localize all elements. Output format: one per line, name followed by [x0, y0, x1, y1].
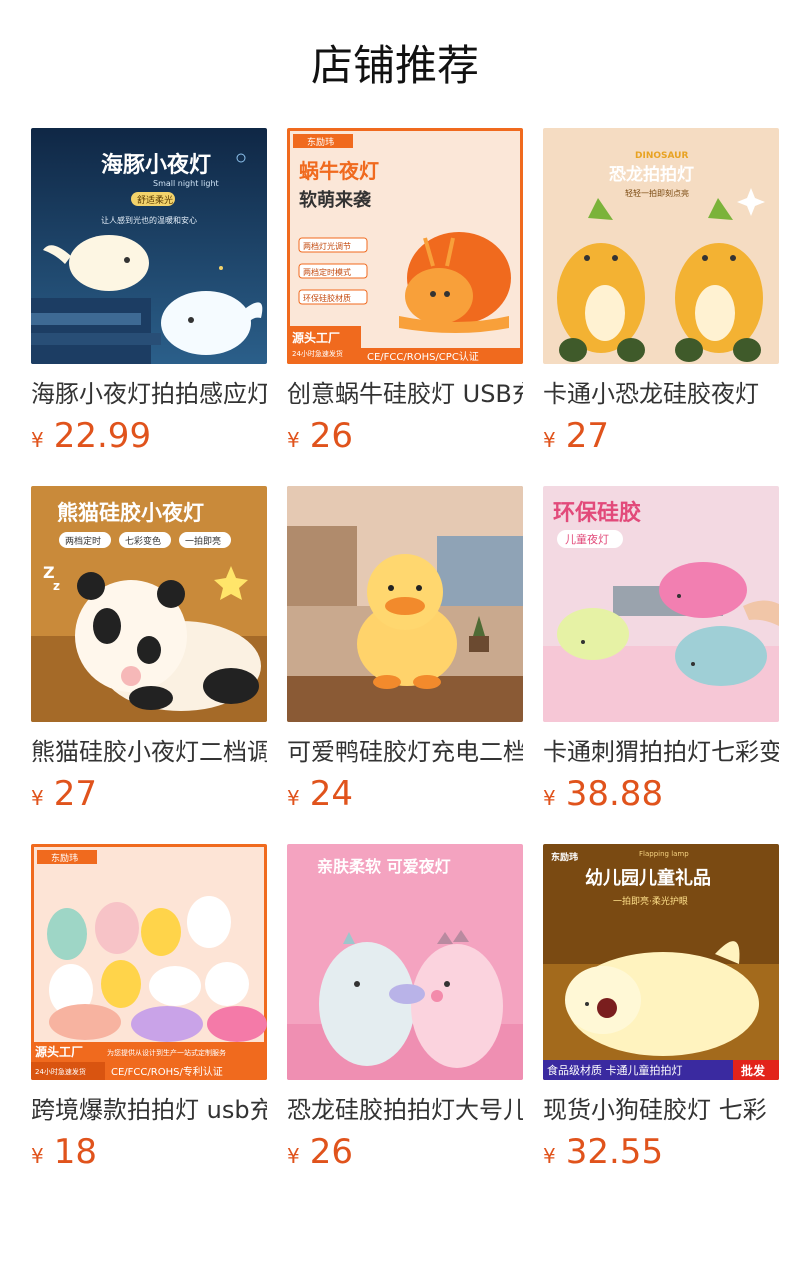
svg-text:z: z [53, 579, 60, 593]
thumb-headline: 环保硅胶 [553, 500, 641, 526]
currency-symbol: ¥ [543, 786, 556, 810]
thumb-headline: 幼儿园儿童礼品 [585, 867, 711, 889]
thumb-badge-sub: 24小时急速发货 [292, 349, 343, 358]
product-name[interactable]: 卡通小恐龙硅胶夜灯 [543, 378, 779, 410]
thumb-badge: 源头工厂 [292, 330, 340, 345]
product-grid: 海豚小夜灯 Small night light 舒适柔光 让人感到光也的温暖和安… [0, 128, 790, 1172]
product-name[interactable]: 创意蜗牛硅胶灯 USB充电 [287, 378, 523, 410]
thumb-cert: CE/FCC/ROHS/CPC认证 [367, 350, 479, 363]
product-image[interactable] [287, 486, 523, 722]
product-name[interactable]: 可爱鸭硅胶灯充电二档 [287, 736, 523, 768]
product-price: ¥ 27 [543, 416, 779, 456]
product-image[interactable]: 熊猫硅胶小夜灯 两档定时 七彩变色 一拍即亮 Z z [31, 486, 267, 722]
thumb-chip: 环保硅胶材质 [303, 293, 351, 303]
currency-symbol: ¥ [31, 1144, 44, 1168]
product-name[interactable]: 跨境爆款拍拍灯 usb充电 [31, 1094, 267, 1126]
currency-symbol: ¥ [31, 428, 44, 452]
thumb-chip: 一拍即亮 [185, 535, 221, 547]
thumb-sub: 儿童夜灯 [565, 532, 609, 546]
thumb-line: 让人感到光也的温暖和安心 [101, 215, 197, 225]
thumb-chip: 两档定时 [65, 535, 101, 547]
thumb-headline: 熊猫硅胶小夜灯 [57, 501, 204, 525]
product-name[interactable]: 海豚小夜灯拍拍感应灯 [31, 378, 267, 410]
thumb-headline: 海豚小夜灯 [101, 152, 211, 178]
price-value: 26 [309, 1132, 353, 1172]
product-image[interactable]: 环保硅胶 儿童夜灯 [543, 486, 779, 722]
product-image[interactable]: DINOSAUR 恐龙拍拍灯 轻轻一拍即刻点亮 [543, 128, 779, 364]
thumb-sub: Flapping lamp [639, 850, 689, 858]
product-price: ¥ 32.55 [543, 1132, 779, 1172]
thumb-sub: 软萌来袭 [299, 189, 372, 211]
thumb-badge: 源头工厂 [35, 1044, 83, 1059]
product-card[interactable]: 亲肤柔软 可爱夜灯 恐龙硅胶拍拍灯大号儿童 ¥ 26 [287, 844, 523, 1172]
product-price: ¥ 24 [287, 774, 523, 814]
price-value: 38.88 [565, 774, 664, 814]
price-value: 22.99 [53, 416, 152, 456]
thumb-brand: 东励玮 [551, 851, 578, 863]
product-price: ¥ 18 [31, 1132, 267, 1172]
currency-symbol: ¥ [543, 1144, 556, 1168]
product-card[interactable]: DINOSAUR 恐龙拍拍灯 轻轻一拍即刻点亮 卡通小恐龙硅胶夜灯 ¥ 27 [543, 128, 779, 456]
thumb-headline: 亲肤柔软 可爱夜灯 [317, 857, 451, 876]
product-card[interactable]: 东励玮 源头工厂 为您提供从设计到生产一站式定制服务 24小时急速发货 CE/F… [31, 844, 267, 1172]
thumb-brand: DINOSAUR [635, 151, 688, 161]
currency-symbol: ¥ [31, 786, 44, 810]
product-card[interactable]: 东励玮 蜗牛夜灯 软萌来袭 两档灯光调节 两档定时模式 环保硅胶材质 源头工厂 … [287, 128, 523, 456]
product-price: ¥ 27 [31, 774, 267, 814]
thumb-badge-sub: 24小时急速发货 [35, 1067, 86, 1076]
product-image[interactable]: 亲肤柔软 可爱夜灯 [287, 844, 523, 1080]
thumb-headline: 蜗牛夜灯 [299, 159, 379, 183]
currency-symbol: ¥ [287, 786, 300, 810]
product-price: ¥ 26 [287, 1132, 523, 1172]
thumb-brand: 东励玮 [307, 136, 334, 148]
thumb-badge: 批发 [741, 1063, 766, 1078]
product-card[interactable]: 海豚小夜灯 Small night light 舒适柔光 让人感到光也的温暖和安… [31, 128, 267, 456]
thumb-tag: 舒适柔光 [137, 194, 173, 206]
price-value: 32.55 [565, 1132, 664, 1172]
page-title: 店铺推荐 [310, 41, 479, 90]
product-card[interactable]: 环保硅胶 儿童夜灯 卡通刺猬拍拍灯七彩变色 ¥ 38.88 [543, 486, 779, 814]
product-image[interactable]: 东励玮 蜗牛夜灯 软萌来袭 两档灯光调节 两档定时模式 环保硅胶材质 源头工厂 … [287, 128, 523, 364]
product-name[interactable]: 恐龙硅胶拍拍灯大号儿童 [287, 1094, 523, 1126]
product-price: ¥ 22.99 [31, 416, 267, 456]
product-price: ¥ 26 [287, 416, 523, 456]
product-name[interactable]: 熊猫硅胶小夜灯二档调光 [31, 736, 267, 768]
product-image[interactable]: 东励玮 源头工厂 为您提供从设计到生产一站式定制服务 24小时急速发货 CE/F… [31, 844, 267, 1080]
price-value: 27 [565, 416, 609, 456]
product-image[interactable]: 海豚小夜灯 Small night light 舒适柔光 让人感到光也的温暖和安… [31, 128, 267, 364]
thumb-sub: Small night light [153, 179, 219, 188]
product-card[interactable]: 可爱鸭硅胶灯充电二档 ¥ 24 [287, 486, 523, 814]
thumb-line: 为您提供从设计到生产一站式定制服务 [107, 1048, 226, 1057]
product-card[interactable]: 东励玮 Flapping lamp 幼儿园儿童礼品 一拍即亮·柔光护眼 食品级材… [543, 844, 779, 1172]
thumb-banner: 食品级材质 卡通儿童拍拍灯 [547, 1063, 683, 1077]
thumb-line: 一拍即亮·柔光护眼 [613, 895, 688, 907]
currency-symbol: ¥ [543, 428, 556, 452]
currency-symbol: ¥ [287, 428, 300, 452]
thumb-chip: 两档定时模式 [303, 267, 351, 277]
price-value: 18 [53, 1132, 97, 1172]
product-name[interactable]: 卡通刺猬拍拍灯七彩变色 [543, 736, 779, 768]
thumb-chip: 两档灯光调节 [303, 241, 351, 251]
thumb-headline: 恐龙拍拍灯 [609, 164, 694, 185]
thumb-sub: 轻轻一拍即刻点亮 [625, 188, 689, 198]
product-card[interactable]: 熊猫硅胶小夜灯 两档定时 七彩变色 一拍即亮 Z z 熊猫硅胶小夜灯二档调 ¥ … [31, 486, 267, 814]
product-price: ¥ 38.88 [543, 774, 779, 814]
price-value: 27 [53, 774, 97, 814]
price-value: 26 [309, 416, 353, 456]
product-name[interactable]: 现货小狗硅胶灯 七彩 [543, 1094, 779, 1126]
thumb-cert: CE/FCC/ROHS/专利认证 [111, 1065, 223, 1078]
currency-symbol: ¥ [287, 1144, 300, 1168]
thumb-brand: 东励玮 [51, 852, 78, 864]
product-image[interactable]: 东励玮 Flapping lamp 幼儿园儿童礼品 一拍即亮·柔光护眼 食品级材… [543, 844, 779, 1080]
thumb-chip: 七彩变色 [125, 535, 161, 547]
price-value: 24 [309, 774, 353, 814]
